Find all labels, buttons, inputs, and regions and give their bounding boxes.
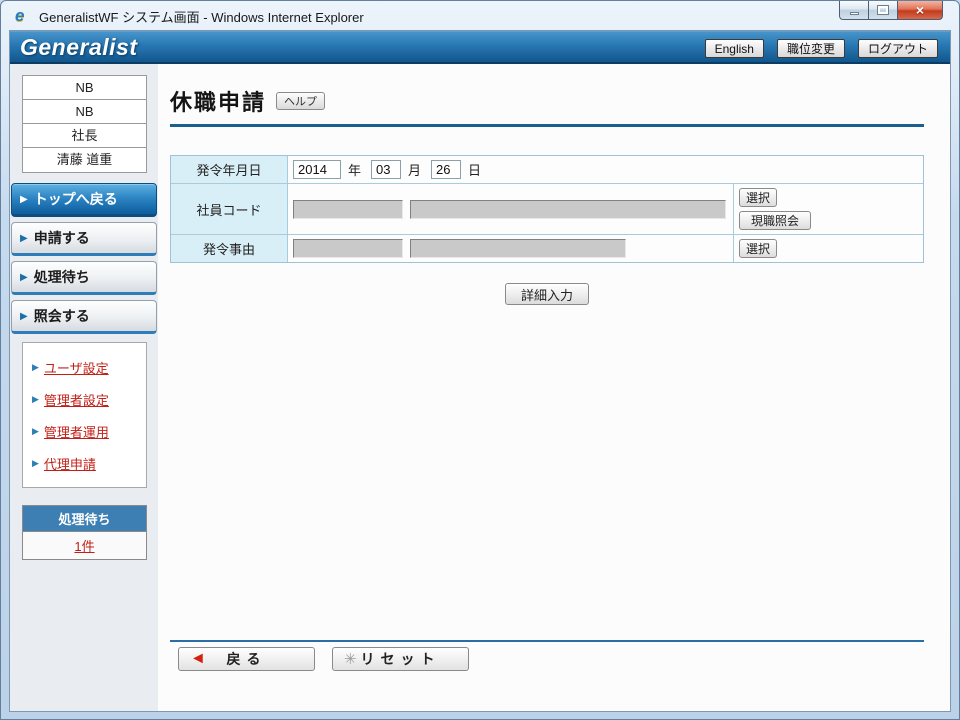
reset-spinner-icon: ✳ (344, 651, 357, 668)
triangle-arrow-icon: ▶ (20, 232, 28, 244)
reset-button-label: リセット (360, 651, 441, 667)
minimize-button[interactable] (839, 1, 869, 20)
issue-date-value-cell: 年 月 日 (288, 156, 923, 183)
sidebar-menu: ▶ トップへ戻る ▶ 申請する ▶ 処理待ち ▶ 照会する (11, 183, 157, 334)
sidebar-item-pending[interactable]: ▶ 処理待ち (11, 261, 157, 295)
close-icon: × (915, 2, 925, 18)
page-title-row: 休職申請 ヘルプ (170, 85, 924, 117)
reason-select-button[interactable]: 選択 (739, 239, 778, 258)
menu-label: トップへ戻る (33, 191, 118, 207)
sidebar-links-box: ▶ ユーザ設定 ▶ 管理者設定 ▶ 管理者運用 ▶ 代理申請 (22, 342, 147, 488)
user-info-company: NB (23, 76, 146, 100)
link-label[interactable]: 管理者運用 (44, 422, 109, 441)
minimize-icon (849, 11, 859, 15)
footer: ◄ 戻る ✳ リセット (170, 640, 924, 671)
triangle-arrow-icon: ▶ (20, 271, 28, 283)
link-user-settings[interactable]: ▶ ユーザ設定 (32, 358, 146, 377)
title-divider (170, 124, 924, 127)
help-button[interactable]: ヘルプ (276, 92, 326, 110)
internet-explorer-icon: e (15, 5, 25, 25)
triangle-arrow-icon: ▶ (32, 458, 39, 468)
sidebar-item-inquiry[interactable]: ▶ 照会する (11, 300, 157, 334)
reason-code-input-disabled (293, 239, 403, 258)
detail-input-button[interactable]: 詳細入力 (504, 283, 589, 305)
english-button[interactable]: English (704, 39, 764, 58)
pending-tasks-body: 1件 (23, 532, 146, 559)
triangle-arrow-icon: ▶ (32, 394, 39, 404)
link-label[interactable]: 代理申請 (44, 454, 96, 473)
issue-reason-value-cell (288, 235, 733, 262)
user-info-position: 社長 (23, 124, 146, 148)
triangle-arrow-icon: ▶ (20, 193, 28, 205)
employee-select-button[interactable]: 選択 (739, 188, 778, 207)
page-title: 休職申請 (170, 90, 267, 115)
user-info-table: NB NB 社長 清藤 道重 (22, 75, 147, 173)
reason-text-input-disabled (410, 239, 626, 258)
titlebar[interactable]: e GeneralistWF システム画面 - Windows Internet… (9, 1, 951, 30)
year-unit-label: 年 (348, 163, 362, 178)
main-content: 休職申請 ヘルプ 発令年月日 年 月 日 (158, 64, 950, 711)
app-header: Generalist English 職位変更 ログアウト (10, 31, 950, 64)
link-admin-operation[interactable]: ▶ 管理者運用 (32, 422, 146, 441)
sidebar-item-apply[interactable]: ▶ 申請する (11, 222, 157, 256)
triangle-arrow-icon: ▶ (20, 310, 28, 322)
current-position-inquiry-button[interactable]: 現職照会 (739, 211, 812, 230)
month-unit-label: 月 (408, 163, 422, 178)
back-button[interactable]: ◄ 戻る (178, 647, 315, 671)
triangle-arrow-icon: ▶ (32, 426, 39, 436)
employee-code-input-disabled (293, 199, 403, 219)
reset-button[interactable]: ✳ リセット (332, 647, 469, 671)
user-info-name: 清藤 道重 (56, 152, 113, 167)
position-change-button[interactable]: 職位変更 (776, 39, 845, 58)
footer-divider (170, 640, 924, 642)
year-input[interactable] (293, 160, 341, 179)
browser-viewport: Generalist English 職位変更 ログアウト NB NB 社長 清… (9, 30, 951, 712)
pending-count-link[interactable]: 1件 (74, 536, 94, 555)
logout-button[interactable]: ログアウト (857, 39, 938, 58)
issue-reason-buttons-cell: 選択 (733, 235, 923, 262)
header-buttons: English 職位変更 ログアウト (704, 39, 938, 58)
month-input[interactable] (371, 160, 402, 179)
browser-window: e GeneralistWF システム画面 - Windows Internet… (0, 0, 960, 720)
issue-reason-label: 発令事由 (171, 235, 288, 262)
user-info-department: NB (23, 100, 146, 124)
link-proxy-application[interactable]: ▶ 代理申請 (32, 454, 146, 473)
employee-code-buttons-cell: 選択 現職照会 (733, 184, 923, 234)
link-label[interactable]: 管理者設定 (44, 390, 109, 409)
menu-label: 申請する (33, 230, 90, 246)
employee-code-value-cell (288, 184, 733, 234)
sidebar-item-back-to-top[interactable]: ▶ トップへ戻る (11, 183, 157, 217)
content-row: NB NB 社長 清藤 道重 ▶ トップへ戻る ▶ 申請する ▶ 処理待ち ▶ … (10, 64, 950, 711)
menu-label: 照会する (33, 308, 90, 324)
link-admin-settings[interactable]: ▶ 管理者設定 (32, 390, 146, 409)
maximize-button[interactable] (869, 1, 897, 20)
employee-name-input-disabled (410, 199, 726, 219)
footer-buttons: ◄ 戻る ✳ リセット (170, 647, 924, 671)
generalist-logo: Generalist (20, 33, 138, 60)
close-button[interactable]: × (897, 1, 943, 20)
link-label[interactable]: ユーザ設定 (44, 358, 109, 377)
sidebar: NB NB 社長 清藤 道重 ▶ トップへ戻る ▶ 申請する ▶ 処理待ち ▶ … (10, 64, 158, 711)
day-input[interactable] (431, 160, 462, 179)
back-arrow-icon: ◄ (190, 650, 206, 667)
issue-reason-row: 発令事由 選択 (171, 234, 923, 262)
employee-code-label: 社員コード (171, 184, 288, 234)
employee-code-row: 社員コード 選択 現職照会 (171, 183, 923, 234)
back-button-label: 戻る (226, 651, 267, 667)
window-controls: × (839, 1, 943, 20)
detail-input-row: 詳細入力 (170, 283, 924, 305)
window-title: GeneralistWF システム画面 - Windows Internet E… (39, 10, 364, 25)
pending-tasks-box: 処理待ち 1件 (22, 505, 147, 560)
day-unit-label: 日 (468, 163, 482, 178)
issue-date-row: 発令年月日 年 月 日 (171, 156, 923, 183)
application-form-table: 発令年月日 年 月 日 社員コード (170, 155, 924, 263)
maximize-icon (877, 5, 889, 15)
menu-label: 処理待ち (33, 269, 90, 285)
issue-date-label: 発令年月日 (171, 156, 288, 183)
pending-tasks-title: 処理待ち (23, 506, 146, 532)
triangle-arrow-icon: ▶ (32, 362, 39, 372)
